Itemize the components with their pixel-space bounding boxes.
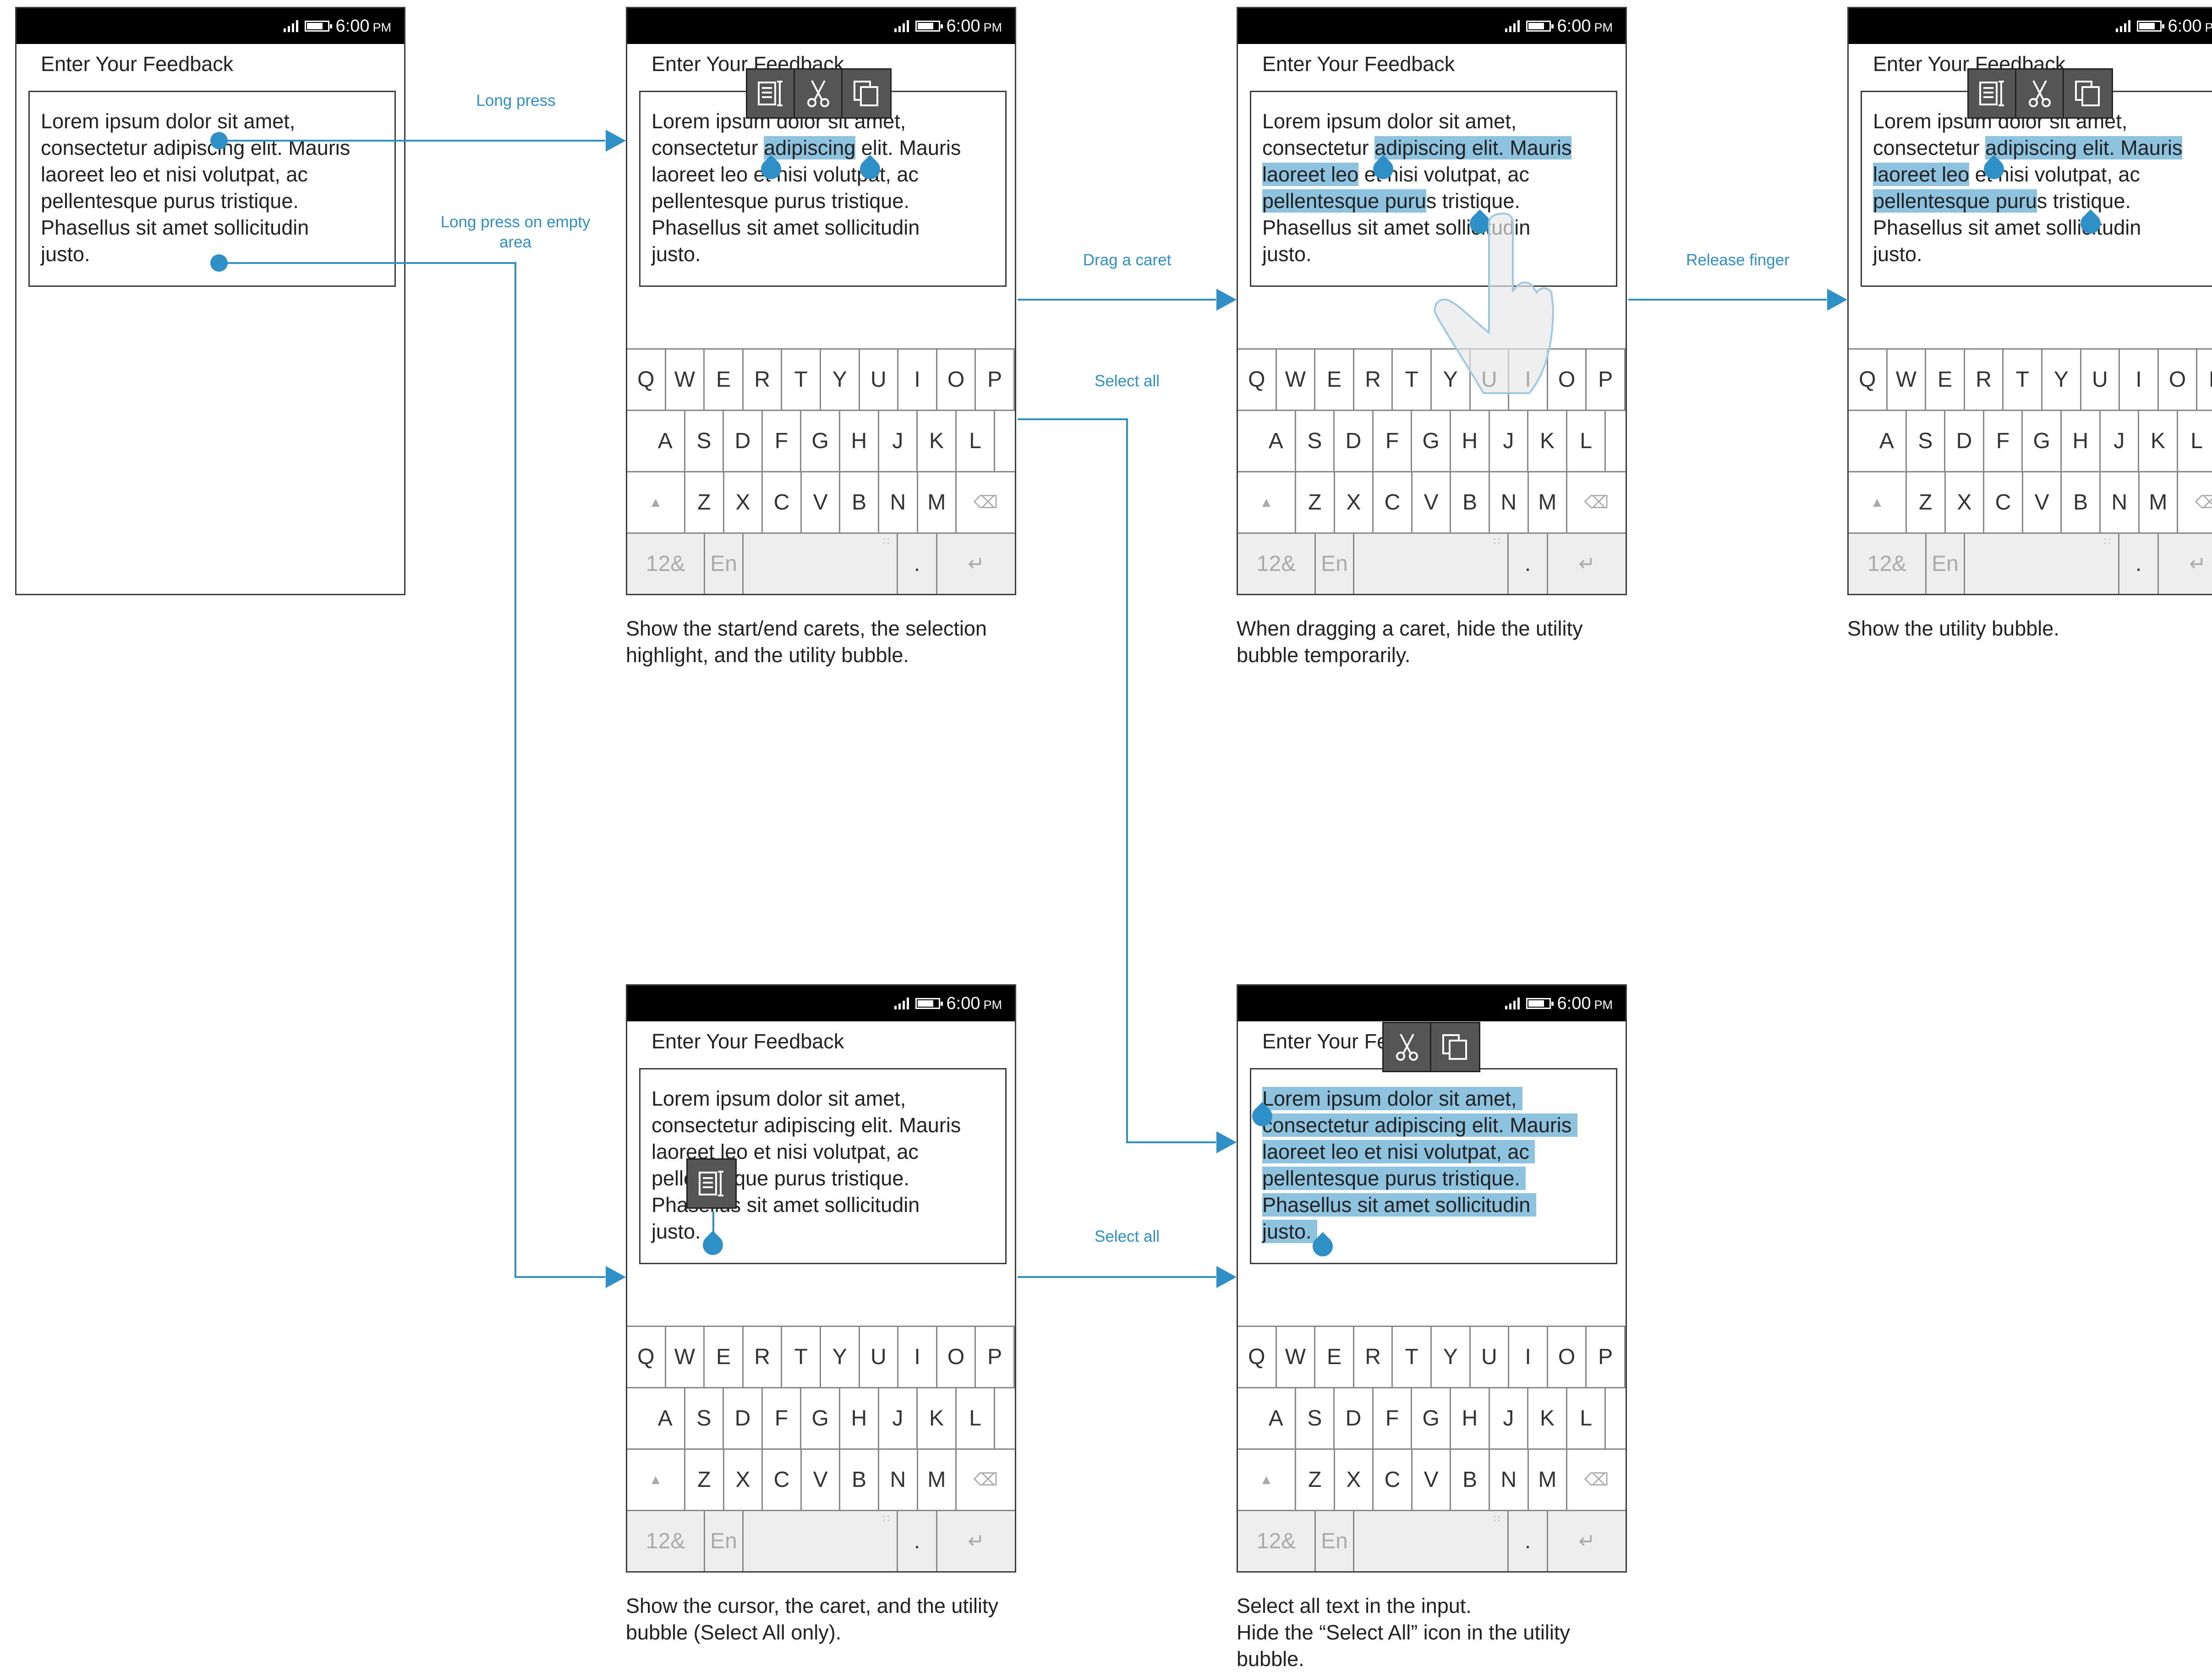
- label-release-finger: Release finger: [1686, 251, 1790, 269]
- arrow-select-all-bottom: [1216, 1266, 1237, 1288]
- arrow-long-press: [606, 130, 626, 152]
- storyboard-canvas: 6:00 PM Enter Your Feedback Lorem ipsum dol…: [0, 0, 2212, 1672]
- touch-point-empty-area: [210, 254, 228, 272]
- label-drag-caret: Drag a caret: [1083, 251, 1172, 269]
- caption-select-all: Select all text in the input. Hide the “S…: [1237, 1593, 1640, 1672]
- label-long-press-empty: Long press on empty area: [440, 213, 591, 251]
- caption-released: Show the utility bubble.: [1847, 617, 2059, 640]
- label-select-all-bottom: Select all: [1094, 1228, 1160, 1245]
- touch-point-long-press: [210, 132, 228, 149]
- label-long-press: Long press: [476, 92, 556, 110]
- caption-cursor: Show the cursor, the caret, and the util…: [626, 1594, 998, 1644]
- connector-select-all-top: [1018, 418, 1216, 1143]
- arrow-select-all-top: [1216, 1131, 1237, 1153]
- arrow-release-finger: [1827, 289, 1847, 311]
- caption-dragging: When dragging a caret, hide the utility …: [1237, 617, 1583, 667]
- caption-line: Select all text in the input.: [1237, 1594, 1472, 1617]
- arrow-long-press-empty: [606, 1266, 626, 1288]
- label-select-all-top: Select all: [1094, 372, 1160, 390]
- caption-line: Hide the “Select All” icon in the utilit…: [1237, 1621, 1570, 1671]
- arrow-drag-caret: [1216, 289, 1237, 311]
- connector-long-press-empty: [219, 262, 605, 1278]
- caption-word-selected: Show the start/end carets, the selection…: [626, 617, 987, 667]
